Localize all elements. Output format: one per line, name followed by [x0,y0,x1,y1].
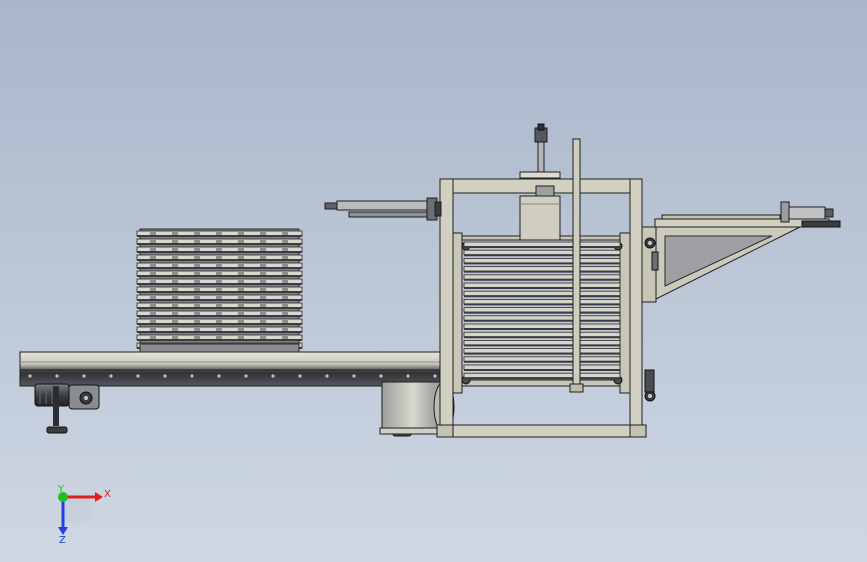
lift-tray [463,372,621,379]
rail-bolt [55,374,59,378]
rail-bolt [217,374,221,378]
lift-tray [463,307,621,313]
lift-tray [463,282,621,288]
rail-bolt [433,374,437,378]
lift-tray [463,364,621,370]
lift-tray [463,257,621,264]
z-axis-arrowhead [58,527,68,535]
drive-motor [34,383,100,410]
rail-bolt [190,374,194,378]
orientation-triad[interactable]: X Y Z [57,484,111,546]
rail-bolt [325,374,329,378]
conveyor-leveling-feet [46,386,412,437]
lift-tray [463,339,621,346]
lift-tray [463,290,621,297]
rail-bolt [28,374,32,378]
x-axis-label: X [104,489,111,500]
z-axis-label: Z [59,535,66,546]
rail-bolt [136,374,140,378]
lift-tray [463,315,621,321]
lift-tray [463,266,621,272]
infeed-conveyor [19,351,446,387]
rail-bolt [109,374,113,378]
lift-tray [463,298,621,305]
tray-stack [136,228,303,353]
assembly-drawing[interactable]: X Y Z [0,0,867,562]
rail-bolt [271,374,275,378]
lift-tray-stack [463,241,621,380]
rail-bolt [352,374,356,378]
pusher-cylinder [324,197,442,221]
lift-tray [463,348,621,354]
lift-tray [463,331,621,338]
rail-bolt [406,374,410,378]
outfeed-arm [641,201,841,402]
rail-bolt [244,374,248,378]
rail-bolt [163,374,167,378]
rail-bolt [82,374,86,378]
lift-tray [463,356,621,362]
y-axis-label: Y [57,484,65,495]
rail-bolt [298,374,302,378]
lift-tray [463,323,621,329]
lift-tray [463,249,621,256]
cad-viewport[interactable]: X Y Z [0,0,867,562]
x-axis-arrowhead [95,492,103,502]
rail-bolt [379,374,383,378]
lift-tray [463,274,621,280]
lift-tray [463,241,621,247]
